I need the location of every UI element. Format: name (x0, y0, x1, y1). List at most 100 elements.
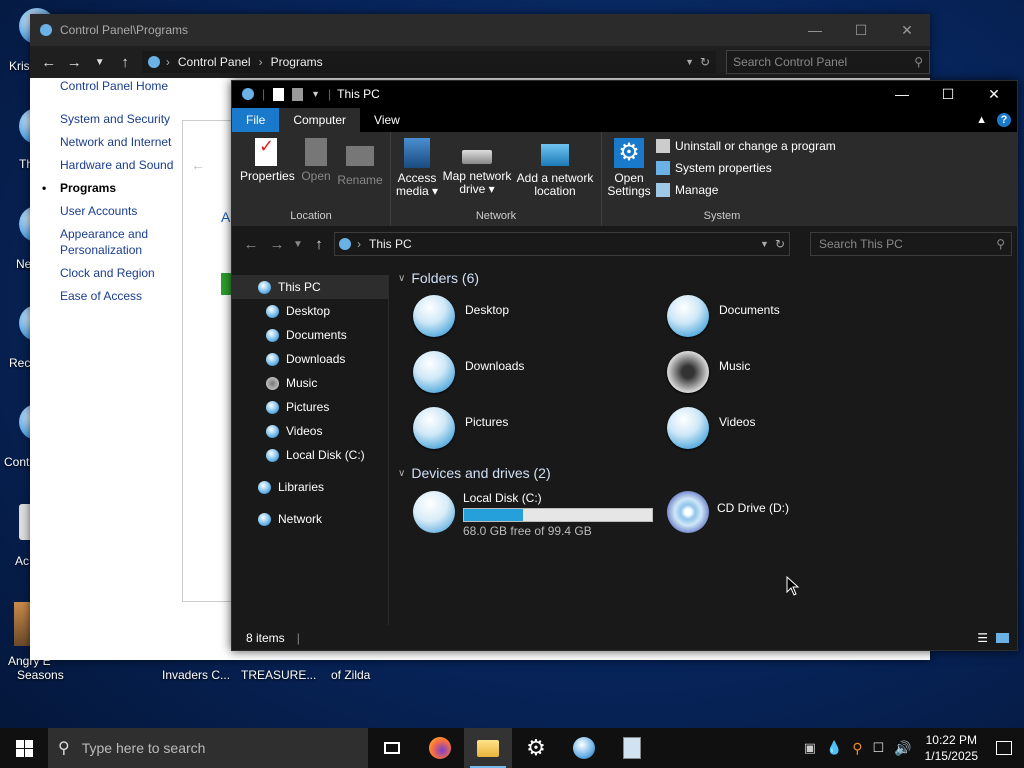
sidebar-item-home[interactable]: Control Panel Home (30, 78, 180, 94)
sidebar-item-clock-region[interactable]: Clock and Region (30, 265, 180, 281)
sidebar-item-user-accounts[interactable]: User Accounts (30, 203, 180, 219)
drive-local-disk[interactable]: Local Disk (C:) 68.0 GB free of 99.4 GB (413, 491, 653, 538)
task-view-button[interactable] (368, 728, 416, 768)
back-arrow-icon[interactable]: ← (238, 236, 264, 253)
manage-button[interactable]: Manage (656, 183, 718, 197)
nav-item-music[interactable]: Music (266, 376, 317, 390)
file-explorer-window[interactable]: | ▼ | This PC — ☐ ✕ File Computer View ▲… (231, 80, 1018, 651)
refresh-icon[interactable]: ↻ (775, 237, 785, 251)
folder-pictures[interactable]: Pictures (413, 407, 508, 449)
nav-item-downloads[interactable]: Downloads (266, 352, 345, 366)
computer-management-icon (656, 183, 670, 197)
water-drop-icon[interactable]: 💧 (826, 740, 842, 756)
desktop-label: Seasons (17, 668, 64, 682)
nav-item-pictures[interactable]: Pictures (266, 400, 329, 414)
up-arrow-icon[interactable]: ↑ (306, 236, 332, 253)
access-media-button[interactable]: Access media ▾ (395, 138, 439, 198)
system-properties-button[interactable]: System properties (656, 161, 772, 175)
chevron-down-icon[interactable]: ▼ (760, 239, 769, 249)
rename-button[interactable]: Rename (336, 138, 384, 187)
minimize-button[interactable]: — (792, 22, 838, 39)
open-settings-button[interactable]: ⚙ Open Settings (606, 138, 652, 198)
sidebar-item-hardware[interactable]: Hardware and Sound (30, 157, 180, 173)
network-error-icon[interactable]: ▣ (804, 740, 816, 756)
nav-item-network[interactable]: Network (258, 512, 322, 526)
folder-music[interactable]: Music (667, 351, 750, 393)
search-input[interactable]: Search This PC ⚲ (810, 232, 1012, 256)
taskbar: ⚲ Type here to search ⚙ ▣ 💧 ⚲ ☐ 🔊 10:22 … (0, 728, 1024, 768)
breadcrumb-item[interactable]: Programs (271, 55, 323, 69)
minimize-button[interactable]: — (879, 86, 925, 103)
sidebar-item-programs[interactable]: Programs (30, 180, 180, 196)
properties-button[interactable]: ✓ Properties (240, 137, 295, 183)
notifications-icon[interactable] (996, 741, 1012, 755)
close-button[interactable]: ✕ (971, 86, 1017, 103)
chevron-down-icon: ∨ (398, 467, 406, 479)
new-folder-icon[interactable] (292, 87, 304, 101)
chevron-down-icon[interactable]: ▼ (290, 239, 306, 250)
folder-desktop[interactable]: Desktop (413, 295, 509, 337)
chevron-down-icon[interactable]: ▼ (311, 89, 320, 99)
folder-downloads[interactable]: Downloads (413, 351, 524, 393)
tab-computer[interactable]: Computer (279, 108, 361, 132)
up-arrow-icon[interactable]: ↑ (112, 54, 137, 71)
forward-arrow-icon[interactable]: → (264, 236, 290, 253)
volume-icon[interactable]: 🔊 (894, 740, 911, 757)
nav-item-videos[interactable]: Videos (266, 424, 322, 438)
control-panel-icon (40, 24, 52, 36)
sidebar-item-ease-of-access[interactable]: Ease of Access (30, 288, 180, 304)
taskbar-control-panel[interactable] (560, 728, 608, 768)
devices-section-header[interactable]: ∨ Devices and drives (2) (398, 465, 551, 481)
help-icon[interactable]: ? (997, 113, 1011, 127)
refresh-icon[interactable]: ↻ (700, 55, 710, 69)
back-arrow-icon[interactable]: ← (36, 54, 61, 71)
close-button[interactable]: ✕ (884, 22, 930, 39)
taskbar-firefox[interactable] (416, 728, 464, 768)
system-tray: ▣ 💧 ⚲ ☐ 🔊 10:22 PM 1/15/2025 (799, 728, 1024, 768)
folders-section-header[interactable]: ∨ Folders (6) (398, 270, 479, 286)
start-button[interactable] (0, 728, 48, 768)
search-input[interactable]: Search Control Panel ⚲ (726, 50, 930, 74)
nav-item-this-pc[interactable]: This PC (258, 280, 321, 294)
chevron-up-icon[interactable]: ▲ (976, 114, 987, 126)
nav-item-desktop[interactable]: Desktop (266, 304, 330, 318)
nav-item-libraries[interactable]: Libraries (258, 480, 324, 494)
sidebar-item-appearance[interactable]: Appearance and Personalization (30, 226, 180, 258)
documents-folder-icon (667, 295, 709, 337)
maximize-button[interactable]: ☐ (838, 22, 884, 39)
breadcrumb-item[interactable]: Control Panel (178, 55, 251, 69)
nav-item-documents[interactable]: Documents (266, 328, 347, 342)
back-arrow-icon[interactable]: ← (191, 157, 205, 173)
address-field[interactable]: › This PC ▼ ↻ (334, 232, 790, 256)
nav-item-local-disk[interactable]: Local Disk (C:) (266, 448, 365, 462)
magnifier-icon[interactable]: ⚲ (852, 740, 862, 757)
breadcrumb-item[interactable]: This PC (369, 237, 412, 251)
taskbar-search-box[interactable]: ⚲ Type here to search (48, 728, 368, 768)
title-bar[interactable]: Control Panel\Programs — ☐ ✕ (30, 14, 930, 46)
details-view-icon[interactable]: ☰ (977, 631, 988, 645)
taskbar-app[interactable] (608, 728, 656, 768)
sidebar-item-network[interactable]: Network and Internet (30, 134, 180, 150)
drive-cd[interactable]: CD Drive (D:) (667, 491, 789, 533)
taskbar-file-explorer[interactable] (464, 728, 512, 768)
forward-arrow-icon[interactable]: → (61, 54, 86, 71)
open-button[interactable]: Open (298, 138, 334, 183)
network-icon[interactable]: ☐ (873, 740, 885, 756)
address-field[interactable]: › Control Panel › Programs ▼ ↻ (141, 51, 717, 73)
clock[interactable]: 10:22 PM 1/15/2025 (925, 732, 978, 764)
folder-videos[interactable]: Videos (667, 407, 755, 449)
large-icons-view-icon[interactable] (996, 633, 1009, 643)
folder-documents[interactable]: Documents (667, 295, 780, 337)
add-network-location-button[interactable]: Add a network location (515, 138, 595, 198)
maximize-button[interactable]: ☐ (925, 86, 971, 103)
tab-view[interactable]: View (360, 108, 414, 132)
properties-icon[interactable] (273, 87, 285, 101)
tab-file[interactable]: File (232, 108, 280, 132)
sidebar-item-system-security[interactable]: System and Security (30, 111, 180, 127)
map-network-drive-button[interactable]: Map network drive ▾ (441, 138, 513, 196)
title-bar[interactable]: | ▼ | This PC — ☐ ✕ (232, 81, 1017, 107)
chevron-down-icon[interactable]: ▼ (685, 57, 694, 67)
taskbar-settings[interactable]: ⚙ (512, 728, 560, 768)
chevron-down-icon[interactable]: ▼ (87, 57, 112, 68)
uninstall-program-button[interactable]: Uninstall or change a program (656, 139, 836, 153)
